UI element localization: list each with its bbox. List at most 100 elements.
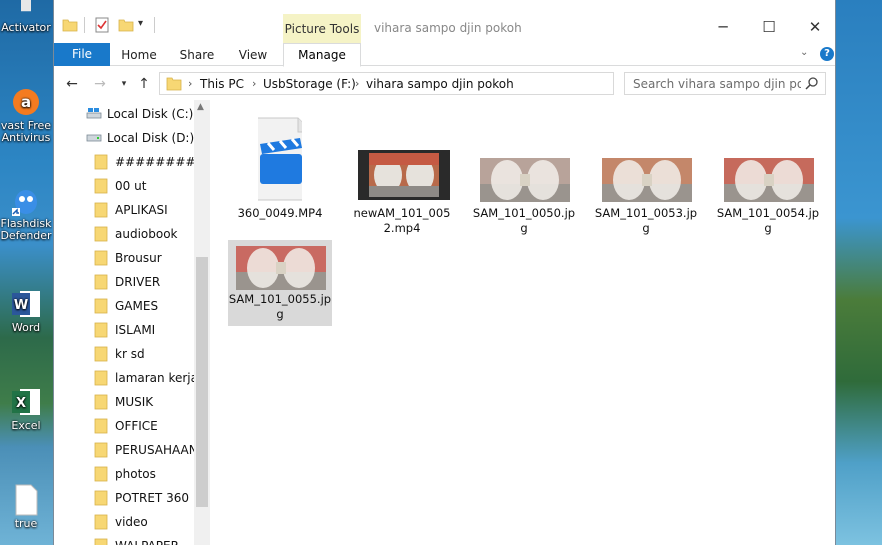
excel-icon: X: [12, 389, 40, 415]
svg-text:W: W: [14, 298, 28, 313]
nav-item[interactable]: APLIKASI: [54, 198, 197, 222]
navigation-pane: Local Disk (C:) Local Disk (D:) ##########…: [54, 100, 210, 545]
nav-item[interactable]: ISLAMI: [54, 318, 197, 342]
file-name-line: g: [764, 221, 772, 235]
maximize-button[interactable]: ☐: [746, 14, 792, 40]
desktop-icon-word[interactable]: W Word: [0, 288, 52, 334]
recent-locations-icon[interactable]: ▾: [116, 79, 132, 89]
nav-item[interactable]: PERUSAHAANI: [54, 438, 197, 462]
file-name: SAM_101_0054.jp g: [716, 206, 820, 236]
search-input[interactable]: [625, 73, 801, 94]
file-item[interactable]: SAM_101_0054.jp g: [716, 108, 820, 238]
folder-icon: [94, 370, 108, 389]
desktop-icon-excel[interactable]: X Excel: [0, 386, 52, 432]
breadcrumb-usbstorage[interactable]: UsbStorage (F:): [263, 77, 356, 91]
nav-item-label: PERUSAHAANI: [115, 443, 197, 457]
properties-icon[interactable]: [94, 17, 110, 33]
nav-item[interactable]: ###########: [54, 150, 197, 174]
folder-icon: [94, 202, 108, 221]
file-list: 360_0049.MP4 newAM_101_005 2.mp4 SAM_101_00…: [212, 100, 835, 545]
nav-item[interactable]: POTRET 360: [54, 486, 197, 510]
nav-item-label: audiobook: [115, 227, 178, 241]
nav-scrollbar-thumb[interactable]: [196, 257, 208, 507]
file-name: SAM_101_0050.jp g: [472, 206, 576, 236]
desktop-icon-label: true: [14, 517, 38, 530]
new-folder-icon[interactable]: [118, 17, 134, 33]
chevron-down-icon[interactable]: ⌄: [800, 47, 812, 59]
video-thumbnail: [358, 150, 450, 200]
file-item[interactable]: newAM_101_005 2.mp4: [350, 108, 454, 238]
nav-item[interactable]: 00 ut: [54, 174, 197, 198]
folder-icon: [94, 490, 108, 509]
nav-item[interactable]: MUSIK: [54, 390, 197, 414]
qat-customize-icon[interactable]: ▾: [138, 18, 154, 34]
file-name: SAM_101_0055.jp g: [228, 292, 332, 322]
breadcrumb-separator: ›: [188, 77, 193, 90]
nav-item[interactable]: Brousur: [54, 246, 197, 270]
nav-item[interactable]: WALPAPER: [54, 534, 197, 545]
tab-share[interactable]: Share: [174, 43, 220, 66]
nav-item[interactable]: OFFICE: [54, 414, 197, 438]
tab-view[interactable]: View: [230, 43, 276, 66]
nav-item-label: ###########: [115, 155, 197, 169]
picture-tools-group: Picture Tools: [283, 14, 361, 43]
folder-icon: [94, 346, 108, 365]
nav-item[interactable]: Local Disk (C:): [54, 102, 197, 126]
scroll-up-icon[interactable]: ▲: [197, 102, 204, 112]
nav-item-label: APLIKASI: [115, 203, 168, 217]
breadcrumb-current-folder[interactable]: vihara sampo djin pokoh: [366, 77, 514, 91]
nav-item[interactable]: audiobook: [54, 222, 197, 246]
desktop-icon-label: Activator: [1, 21, 51, 34]
tab-home[interactable]: Home: [116, 43, 162, 66]
file-item[interactable]: SAM_101_0050.jp g: [472, 108, 576, 238]
nav-item[interactable]: video: [54, 510, 197, 534]
desktop-icon-activator[interactable]: Activator: [0, 0, 52, 34]
file-item[interactable]: SAM_101_0055.jp g: [228, 240, 332, 326]
nav-item-label: photos: [115, 467, 156, 481]
nav-item[interactable]: DRIVER: [54, 270, 197, 294]
nav-scrollbar[interactable]: ▲: [194, 100, 210, 545]
tab-manage[interactable]: Manage: [283, 43, 361, 67]
file-name-line: SAM_101_0054.jp: [716, 206, 820, 220]
nav-item-label: Brousur: [115, 251, 162, 265]
nav-item[interactable]: GAMES: [54, 294, 197, 318]
nav-item-label: 00 ut: [115, 179, 147, 193]
minimize-button[interactable]: ─: [700, 14, 746, 40]
folder-icon: [94, 250, 108, 269]
search-icon[interactable]: [805, 76, 819, 90]
nav-item-label: OFFICE: [115, 419, 158, 433]
activator-icon: [21, 0, 31, 12]
back-arrow-icon[interactable]: ←: [64, 76, 80, 92]
desktop-icon-label: Word: [11, 321, 41, 334]
file-name-line: g: [276, 307, 284, 321]
nav-item[interactable]: lamaran kerja: [54, 366, 197, 390]
image-thumbnail: [236, 246, 326, 290]
desktop-icon-flashdisk-defender[interactable]: Flashdisk Defender: [0, 184, 52, 242]
image-thumbnail: [724, 158, 814, 202]
nav-item[interactable]: photos: [54, 462, 197, 486]
nav-item[interactable]: kr sd: [54, 342, 197, 366]
forward-arrow-icon[interactable]: →: [92, 76, 108, 92]
address-bar[interactable]: › This PC › UsbStorage (F:) › vihara sam…: [159, 72, 710, 95]
ribbon-tabs: File Home Share View Manage ⌄ ?: [54, 43, 835, 67]
search-box: [624, 72, 826, 95]
breadcrumb-separator: ›: [355, 77, 360, 90]
nav-item-label: video: [115, 515, 148, 529]
folder-icon: [94, 514, 108, 533]
file-icon: [15, 484, 38, 516]
file-item[interactable]: 360_0049.MP4: [228, 108, 332, 238]
desktop-icon-true[interactable]: true: [0, 484, 52, 530]
help-icon[interactable]: ?: [820, 47, 834, 61]
desktop-icon-avast[interactable]: a vast Free Antivirus: [0, 86, 52, 144]
file-name-line: 360_0049.MP4: [237, 206, 323, 220]
file-item[interactable]: SAM_101_0053.jp g: [594, 108, 698, 238]
nav-item-label: kr sd: [115, 347, 145, 361]
up-arrow-icon[interactable]: ↑: [136, 76, 152, 92]
close-button[interactable]: ✕: [792, 14, 835, 40]
nav-item-label: DRIVER: [115, 275, 161, 289]
folder-icon: [94, 178, 108, 197]
tab-file[interactable]: File: [54, 43, 110, 66]
nav-item[interactable]: Local Disk (D:): [54, 126, 197, 150]
breadcrumb-this-pc[interactable]: This PC: [200, 77, 244, 91]
picture-tools-label: Picture Tools: [284, 22, 360, 36]
